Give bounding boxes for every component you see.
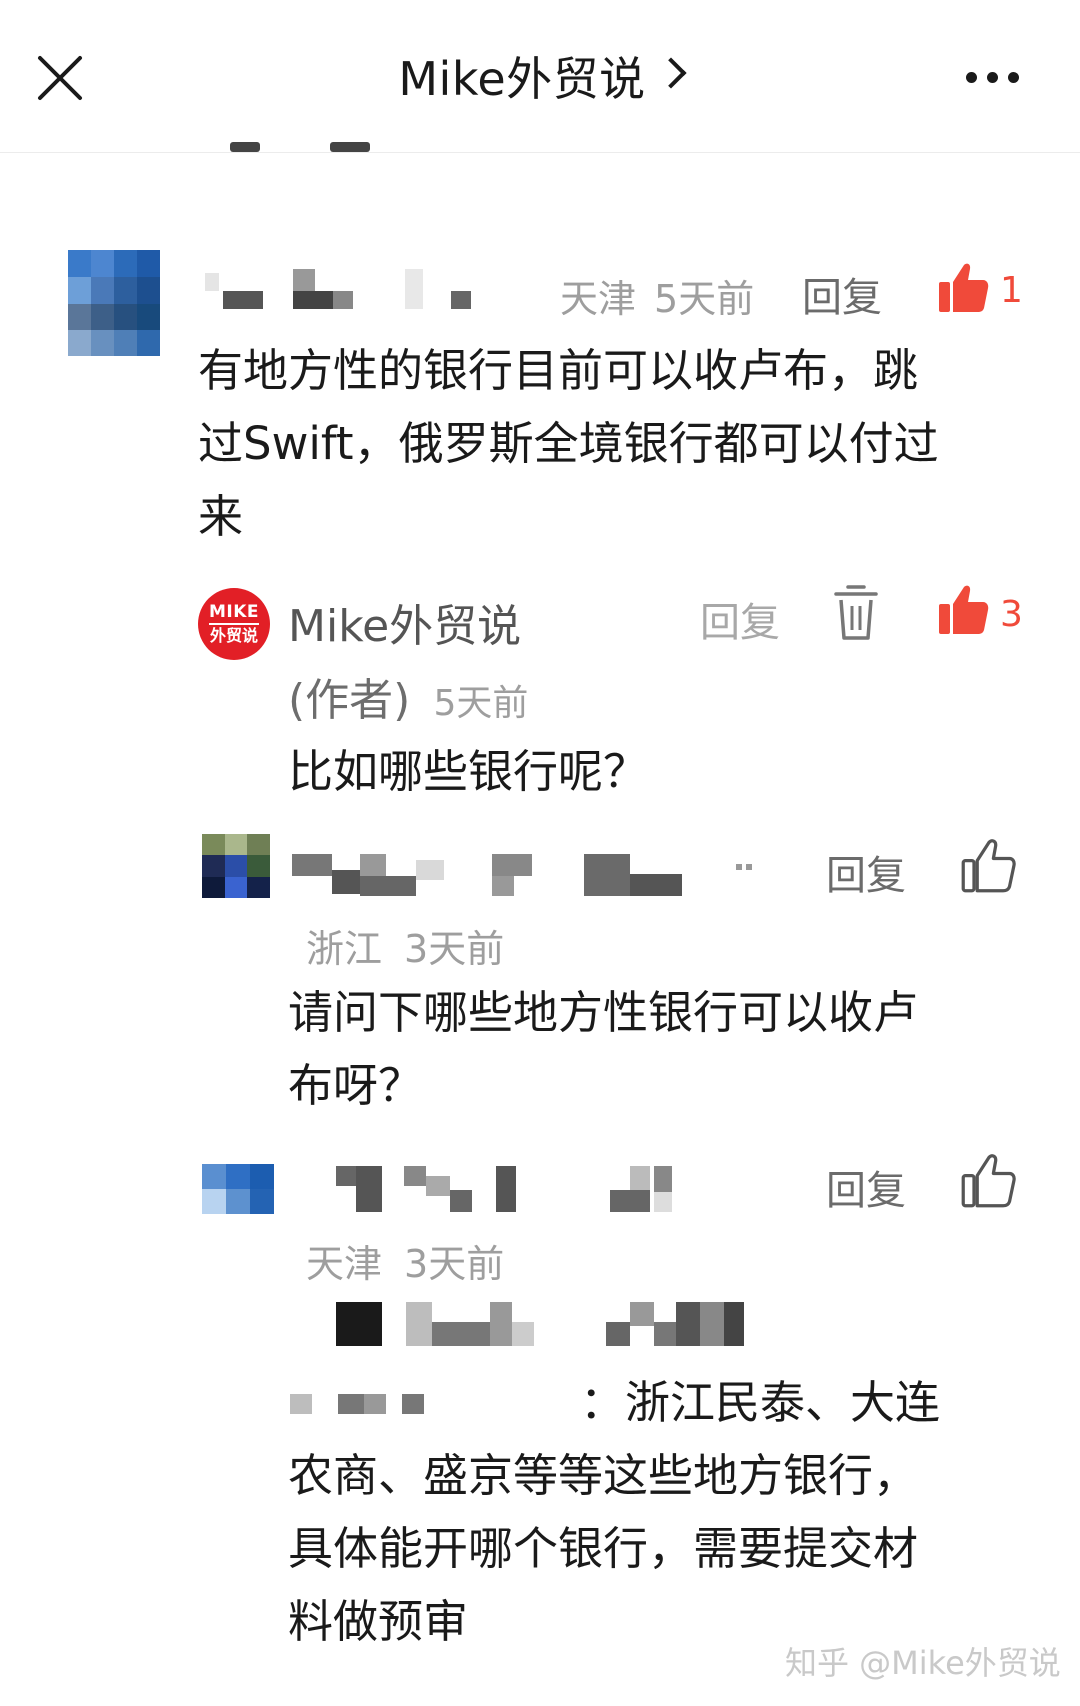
- reply-text: 农商、盛京等等这些地方银行， 具体能开哪个银行，需要提交材 料做预审: [288, 1439, 1048, 1658]
- top-bar: Mike外贸说: [0, 0, 1080, 153]
- reply-line: 布呀？: [288, 1059, 424, 1112]
- author-role: (作者): [288, 675, 411, 726]
- page-title[interactable]: Mike外贸说: [398, 43, 645, 109]
- reply-line: 请问下哪些地方性银行可以收卢: [288, 986, 919, 1039]
- avatar[interactable]: [202, 834, 270, 898]
- comment-line: 有地方性的银行目前可以收卢布，跳: [198, 344, 919, 397]
- trash-icon[interactable]: [832, 584, 880, 642]
- comment-location: 天津: [560, 277, 637, 321]
- reply-button[interactable]: 回复: [700, 590, 780, 648]
- author-name[interactable]: Mike外贸说: [288, 590, 521, 654]
- clipped-previous-text: [210, 132, 380, 162]
- reply-button[interactable]: 回复: [826, 1158, 906, 1216]
- more-options-icon[interactable]: [966, 72, 1019, 83]
- thumbs-up-filled-icon[interactable]: [937, 584, 989, 636]
- thumbs-up-icon[interactable]: [960, 1153, 1016, 1209]
- like-count: 3: [1000, 594, 1023, 635]
- reply-button[interactable]: 回复: [826, 843, 906, 901]
- reply-text: 请问下哪些地方性银行可以收卢 布呀？: [288, 976, 1048, 1122]
- username-redacted: [205, 269, 471, 309]
- reply-location: 天津: [306, 1242, 383, 1286]
- reply-time: 3天前: [404, 927, 505, 971]
- comment-line: 过Swift，俄罗斯全境银行都可以付过: [198, 417, 939, 470]
- like-count: 1: [1000, 270, 1023, 311]
- comment-line: 来: [198, 490, 244, 543]
- reply-line: 农商、盛京等等这些地方银行，: [288, 1449, 919, 1502]
- comment-text: 有地方性的银行目前可以收卢布，跳 过Swift，俄罗斯全境银行都可以付过 来: [198, 334, 1038, 553]
- reply-line: ：浙江民泰、大连: [580, 1376, 941, 1429]
- watermark: 知乎 @Mike外贸说: [785, 1644, 1061, 1682]
- reply-button[interactable]: 回复: [802, 265, 882, 323]
- reply-location: 浙江: [306, 927, 383, 971]
- title-area[interactable]: Mike外贸说: [0, 0, 1080, 152]
- avatar[interactable]: [68, 250, 160, 356]
- reply-time: 3天前: [404, 1242, 505, 1286]
- username-redacted: [336, 1166, 672, 1212]
- reply-time: 5天前: [433, 683, 529, 724]
- close-icon[interactable]: [34, 52, 86, 104]
- thumbs-up-filled-icon[interactable]: [937, 262, 989, 314]
- reply-text: 比如哪些银行呢？: [288, 745, 649, 798]
- comment-time: 5天前: [654, 277, 755, 321]
- thumbs-up-icon[interactable]: [960, 838, 1016, 894]
- redacted-text: [290, 1394, 424, 1414]
- author-avatar[interactable]: MIKE 外贸说: [198, 588, 270, 660]
- redacted-text: [336, 1302, 744, 1346]
- username-redacted: [292, 854, 752, 896]
- chevron-right-icon: [655, 57, 687, 89]
- avatar[interactable]: [202, 1164, 274, 1214]
- reply-line: 具体能开哪个银行，需要提交材: [288, 1522, 919, 1575]
- logo-text: 外贸说: [209, 626, 258, 645]
- logo-text: MIKE: [208, 604, 260, 625]
